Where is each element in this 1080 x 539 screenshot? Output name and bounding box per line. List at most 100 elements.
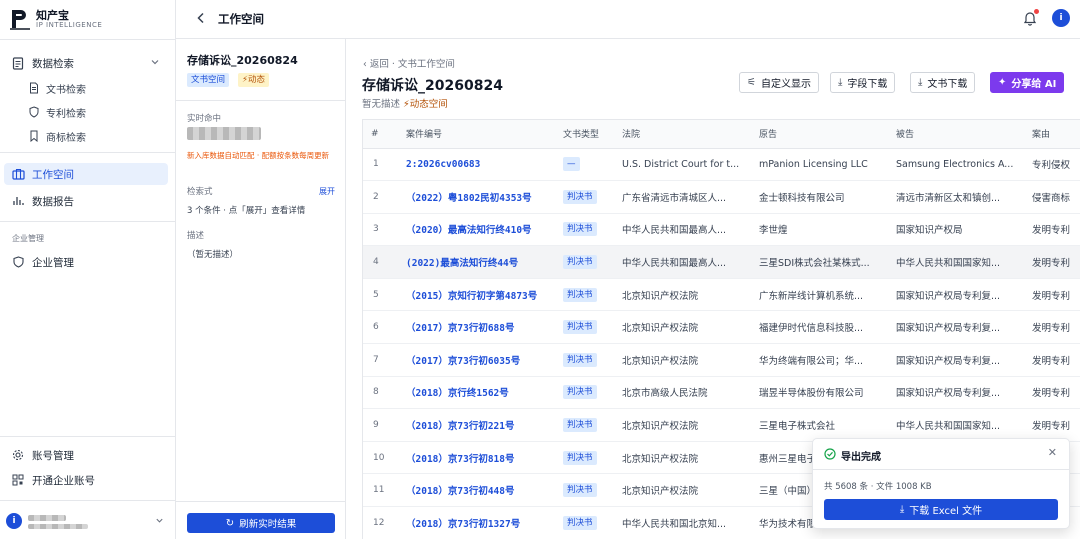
sidebar-item-enterprise[interactable]: 企业管理 <box>4 251 168 273</box>
field-download-button[interactable]: ⤓ 字段下载 <box>830 72 896 93</box>
divider <box>0 436 176 437</box>
table-row[interactable]: 9 （2018）京73行初221号 判决书 北京知识产权法院 三星电子株式会社 中华人民共… <box>363 408 1080 442</box>
breadcrumb-current[interactable]: 文书工作空间 <box>398 59 455 70</box>
table-row[interactable]: 8 （2018）京行终1562号 判决书 北京市高级人民法院 瑞昱半导体股份有限公司 国家… <box>363 376 1080 410</box>
row-index: 3 <box>363 213 398 247</box>
plaintiff-cell: 金士顿科技有限公司 <box>751 180 888 214</box>
dynamic-space-tag: ⚡动态空间 <box>403 99 448 110</box>
case-number-link[interactable]: （2022）粤1802民初4353号 <box>398 180 555 214</box>
avatar: i <box>6 513 22 529</box>
defendant-cell: Samsung Electronics A... <box>888 148 1024 182</box>
table-row[interactable]: 2 （2022）粤1802民初4353号 判决书 广东省清远市清城区人... 金士顿科技… <box>363 180 1080 214</box>
expand-link[interactable]: 展开 <box>319 186 335 197</box>
custom-display-button[interactable]: ⚟ 自定义显示 <box>739 72 819 93</box>
plaintiff-cell: 李世煌 <box>751 213 888 247</box>
case-number-link[interactable]: 2:2026cv00683 <box>398 148 555 182</box>
court-cell: U.S. District Court for t... <box>614 148 751 182</box>
chevron-down-icon[interactable] <box>155 516 164 525</box>
case-number-link[interactable]: （2015）京知行初字第4873号 <box>398 278 555 312</box>
refresh-icon: ↻ <box>225 517 235 529</box>
table-row[interactable]: 6 （2017）京73行初688号 判决书 北京知识产权法院 福建伊时代信息科技股...… <box>363 310 1080 345</box>
nav-data-search[interactable]: 数据检索 <box>4 52 168 74</box>
notification-button[interactable] <box>1022 9 1039 26</box>
close-icon[interactable]: ✕ <box>1048 446 1057 459</box>
court-cell: 北京知识产权法院 <box>614 408 751 442</box>
case-number-link[interactable]: （2018）京73行初1327号 <box>398 506 555 539</box>
divider <box>0 500 176 501</box>
doc-type-badge: 判决书 <box>563 515 597 530</box>
chevron-down-icon[interactable] <box>150 57 160 67</box>
table-row[interactable]: 7 （2017）京73行初6035号 判决书 北京知识产权法院 华为终端有限公司；华..… <box>363 343 1080 377</box>
column-header-court[interactable]: 法院 <box>614 120 751 149</box>
sidebar-item-report[interactable]: 数据报告 <box>4 190 168 212</box>
column-header-doc-type[interactable]: 文书类型 <box>555 120 614 149</box>
sidebar-item-patent-search[interactable]: 专利检索 <box>4 101 168 123</box>
divider <box>813 469 1069 470</box>
column-header-index[interactable]: # <box>363 120 398 149</box>
column-header-plaintiff[interactable]: 原告 <box>751 120 888 149</box>
section-label-enterprise: 企业管理 <box>12 234 44 243</box>
breadcrumb-back[interactable]: ‹ 返回 <box>363 59 389 70</box>
row-index: 2 <box>363 180 398 214</box>
cause-cell: 发明专利 <box>1024 213 1080 247</box>
sidebar-item-workspace[interactable]: 工作空间 <box>4 163 168 185</box>
gear-icon <box>10 447 26 463</box>
sidebar-item-doc-search[interactable]: 文书检索 <box>4 77 168 99</box>
workspace-description: 暂无描述 ⚡动态空间 <box>362 96 448 110</box>
doc-type-cell: 判决书 <box>555 278 614 312</box>
doc-type-badge: 判决书 <box>563 483 597 498</box>
table-row[interactable]: 5 （2015）京知行初字第4873号 判决书 北京知识产权法院 广东新岸线计算机系统.… <box>363 278 1080 312</box>
row-index: 6 <box>363 310 398 345</box>
refresh-results-button[interactable]: ↻ 刷新实时结果 <box>187 513 335 533</box>
table-row[interactable]: 4 (2022)最高法知行终44号 判决书 中华人民共和国最高人... 三星SDI株式会… <box>363 245 1080 279</box>
tag-dynamic: ⚡动态 <box>238 73 269 87</box>
breadcrumb-separator: · <box>388 59 398 70</box>
search-summary: 3 个条件 · 点「展开」查看详情 <box>187 206 306 216</box>
case-number-link[interactable]: （2018）京73行初448号 <box>398 473 555 508</box>
sidebar-item-trademark-search[interactable]: 商标检索 <box>4 125 168 147</box>
column-header-case-number[interactable]: 案件编号 <box>398 120 555 149</box>
case-number-link[interactable]: （2020）最高法知行终410号 <box>398 213 555 247</box>
sidebar-item-open-enterprise[interactable]: 开通企业账号 <box>4 469 168 491</box>
sidebar-item-label: 数据报告 <box>32 195 74 208</box>
description-label: 描述 <box>187 231 205 241</box>
doc-type-badge: 判决书 <box>563 320 597 335</box>
table-row[interactable]: 3 （2020）最高法知行终410号 判决书 中华人民共和国最高人... 李世煌 国家知识… <box>363 213 1080 247</box>
column-header-defendant[interactable]: 被告 <box>888 120 1024 149</box>
bar-chart-icon <box>10 193 26 209</box>
sidebar: 知产宝 IP INTELLIGENCE 数据检索 文书检索 专利检索 商标检索 … <box>0 0 176 539</box>
case-number-link[interactable]: （2018）京73行初221号 <box>398 408 555 442</box>
sidebar-item-account[interactable]: 账号管理 <box>4 444 168 466</box>
table-row[interactable]: 1 2:2026cv00683 — U.S. District Court for t… <box>363 148 1080 182</box>
page-title: 工作空间 <box>218 12 264 26</box>
defendant-cell: 国家知识产权局专利复... <box>888 278 1024 312</box>
court-cell: 中华人民共和国最高人... <box>614 213 751 247</box>
export-complete-toast: 导出完成 ✕ 共 5608 条 · 文件 1008 KB ⤓ 下载 Excel … <box>812 438 1070 529</box>
case-number-link[interactable]: （2018）京行终1562号 <box>398 376 555 410</box>
update-notice: 新入库数据自动匹配 · 配额按条数每周更新 <box>187 151 330 160</box>
brand[interactable]: 知产宝 IP INTELLIGENCE <box>8 6 168 32</box>
sidebar-item-label: 专利检索 <box>46 108 86 120</box>
download-excel-button[interactable]: ⤓ 下载 Excel 文件 <box>824 499 1058 520</box>
sidebar-item-label: 工作空间 <box>32 168 74 181</box>
nav-data-search-label: 数据检索 <box>32 57 74 70</box>
user-menu[interactable]: i <box>6 510 170 532</box>
shield-icon <box>10 254 26 270</box>
defendant-cell: 国家知识产权局专利复... <box>888 376 1024 410</box>
case-number-link[interactable]: （2017）京73行初6035号 <box>398 343 555 377</box>
tag-workspace-type: 文书空间 <box>187 73 230 87</box>
workspace-heading: 存储诉讼_20260824 <box>362 78 503 94</box>
case-number-link[interactable]: (2022)最高法知行终44号 <box>398 245 555 279</box>
case-number-link[interactable]: （2018）京73行初818号 <box>398 441 555 475</box>
court-cell: 北京知识产权法院 <box>614 310 751 345</box>
cause-cell: 发明专利 <box>1024 245 1080 279</box>
court-cell: 北京知识产权法院 <box>614 343 751 377</box>
column-header-cause[interactable]: 案由 <box>1024 120 1080 149</box>
back-arrow-icon[interactable] <box>194 11 208 25</box>
divider <box>0 152 176 153</box>
row-index: 9 <box>363 408 398 442</box>
case-number-link[interactable]: （2017）京73行初688号 <box>398 310 555 345</box>
avatar[interactable]: i <box>1052 9 1070 27</box>
share-ai-button[interactable]: ✦ 分享给 AI <box>990 72 1065 93</box>
doc-download-button[interactable]: ⤓ 文书下载 <box>910 72 976 93</box>
